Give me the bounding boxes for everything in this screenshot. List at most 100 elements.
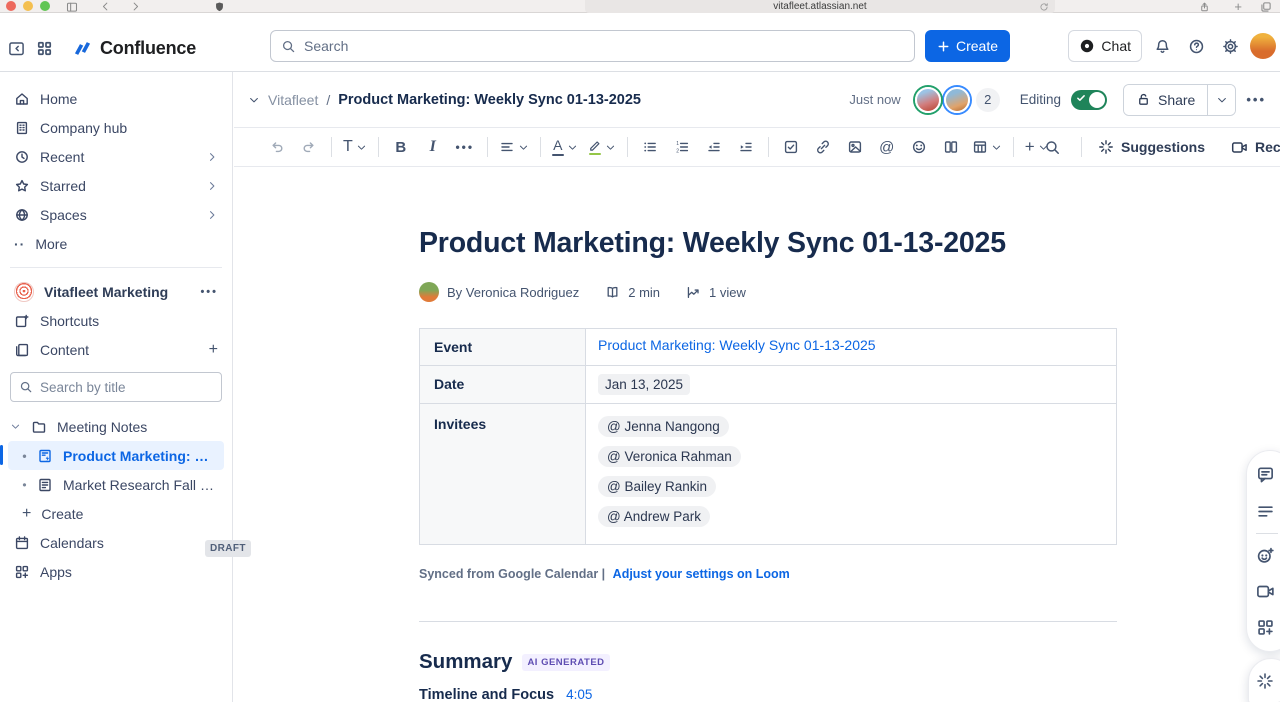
loom-settings-link[interactable]: Adjust your settings on Loom [613, 567, 790, 581]
share-dropdown-button[interactable] [1207, 85, 1235, 115]
collaborator-count[interactable]: 2 [976, 88, 1000, 112]
global-search[interactable] [270, 30, 915, 62]
views-count[interactable]: 1 view [709, 285, 746, 300]
more-formatting-icon[interactable]: ••• [452, 133, 478, 161]
sidebar-item-label: Company hub [40, 120, 218, 136]
sidebar-item-label: Apps [40, 564, 218, 580]
space-more-icon[interactable]: ••• [200, 286, 218, 298]
app-switcher-icon[interactable] [30, 34, 58, 62]
collaborator-avatar[interactable] [915, 87, 941, 113]
tree-folder-meeting-notes[interactable]: Meeting Notes [8, 412, 224, 441]
text-style-dropdown[interactable]: T [341, 133, 369, 161]
mention-chip[interactable]: @ Bailey Rankin [598, 476, 716, 497]
outline-icon[interactable] [1256, 502, 1275, 521]
author-avatar[interactable] [419, 282, 439, 302]
chat-button[interactable]: Chat [1068, 30, 1142, 62]
space-header-vitafleet-marketing[interactable]: Vitafleet Marketing ••• [8, 277, 224, 306]
undo-button[interactable] [264, 133, 290, 161]
collapse-sidebar-icon[interactable] [2, 34, 30, 62]
chat-button-label: Chat [1101, 38, 1131, 54]
sidebar-item-shortcuts[interactable]: Shortcuts [8, 306, 224, 335]
sidebar-item-spaces[interactable]: Spaces [8, 200, 224, 229]
saved-status[interactable]: Just now [849, 92, 900, 107]
timestamp-link[interactable]: 4:05 [566, 687, 592, 702]
page-title[interactable]: Product Marketing: Weekly Sync 01-13-202… [419, 227, 1117, 260]
minimize-window-button[interactable] [23, 1, 33, 11]
sidebar-item-starred[interactable]: Starred [8, 171, 224, 200]
browser-tabs-icon[interactable] [1260, 0, 1272, 13]
text-color-dropdown[interactable]: A [550, 133, 580, 161]
bullet-list-icon[interactable] [637, 133, 663, 161]
event-link[interactable]: Product Marketing: Weekly Sync 01-13-202… [598, 337, 876, 353]
close-window-button[interactable] [6, 1, 16, 11]
apps-add-icon[interactable] [1256, 618, 1275, 637]
chevron-down-icon[interactable] [248, 94, 260, 106]
breadcrumb-space[interactable]: Vitafleet [268, 92, 318, 108]
sidebar-item-content[interactable]: Content + [8, 335, 224, 364]
emoji-add-icon[interactable] [1256, 546, 1275, 565]
section-heading-row: Timeline and Focus 4:05 [419, 687, 1117, 702]
image-icon[interactable] [842, 133, 868, 161]
help-icon[interactable] [1182, 32, 1210, 60]
notifications-icon[interactable] [1148, 32, 1176, 60]
zoom-window-button[interactable] [40, 1, 50, 11]
mention-chip[interactable]: @ Andrew Park [598, 506, 710, 527]
browser-new-tab-icon[interactable]: + [1234, 0, 1242, 13]
browser-share-icon[interactable] [1199, 0, 1210, 13]
highlight-color-dropdown[interactable] [586, 133, 618, 161]
browser-sidebar-icon[interactable] [66, 0, 78, 13]
emoji-icon[interactable] [906, 133, 932, 161]
video-icon[interactable] [1256, 583, 1275, 600]
record-button[interactable]: Record [1231, 139, 1280, 155]
sidebar-item-company-hub[interactable]: Company hub [8, 113, 224, 142]
align-left-icon [499, 139, 515, 155]
global-search-input[interactable] [304, 38, 904, 54]
alignment-dropdown[interactable] [497, 133, 531, 161]
browser-forward-icon[interactable] [130, 0, 141, 13]
tree-create-button[interactable]: + Create [8, 499, 224, 528]
create-button[interactable]: Create [925, 30, 1010, 62]
reload-icon[interactable] [1039, 2, 1049, 12]
numbered-list-icon[interactable]: 12 [669, 133, 695, 161]
date-chip[interactable]: Jan 13, 2025 [598, 374, 690, 395]
link-icon[interactable] [810, 133, 836, 161]
sidebar-item-apps[interactable]: Apps [8, 557, 224, 586]
comment-icon[interactable] [1256, 465, 1275, 484]
sidebar-item-calendars[interactable]: Calendars [8, 528, 224, 557]
find-in-page-icon[interactable] [1039, 133, 1065, 161]
confluence-logo[interactable]: Confluence [72, 38, 196, 59]
italic-button[interactable]: I [420, 133, 446, 161]
sidebar-item-recent[interactable]: Recent [8, 142, 224, 171]
user-avatar[interactable] [1250, 33, 1276, 59]
suggestions-button[interactable]: Suggestions [1098, 139, 1205, 155]
outdent-icon[interactable] [701, 133, 727, 161]
document-canvas[interactable]: Product Marketing: Weekly Sync 01-13-202… [234, 167, 1280, 702]
task-list-icon[interactable] [778, 133, 804, 161]
table-dropdown[interactable] [970, 133, 1004, 161]
share-button[interactable]: Share [1124, 85, 1207, 115]
sidebar-item-home[interactable]: Home [8, 84, 224, 113]
indent-icon[interactable] [733, 133, 759, 161]
browser-shield-icon[interactable] [214, 0, 225, 13]
mention-chip[interactable]: @ Jenna Nangong [598, 416, 729, 437]
editing-toggle[interactable] [1071, 90, 1107, 110]
tree-page-market-research[interactable]: • Market Research Fall Rec... [8, 470, 224, 499]
title-search-input[interactable] [40, 380, 213, 395]
add-content-icon[interactable]: + [209, 341, 218, 359]
mention-icon[interactable]: @ [874, 133, 900, 161]
tree-bullet: • [22, 449, 27, 463]
collaborator-avatar[interactable] [944, 87, 970, 113]
mention-chip[interactable]: @ Veronica Rahman [598, 446, 741, 467]
title-search[interactable] [10, 372, 222, 402]
ai-sparkle-icon [1256, 672, 1274, 690]
redo-button[interactable] [296, 133, 322, 161]
bold-button[interactable]: B [388, 133, 414, 161]
address-bar[interactable]: vitafleet.atlassian.net [585, 0, 1055, 13]
page-more-icon[interactable]: ••• [1246, 92, 1266, 107]
settings-gear-icon[interactable] [1216, 32, 1244, 60]
tree-page-product-marketing[interactable]: • Product Marketing: Week... [8, 441, 224, 470]
meta-table[interactable]: Event Product Marketing: Weekly Sync 01-… [419, 328, 1117, 545]
sidebar-item-more[interactable]: ·· More [8, 229, 224, 258]
browser-back-icon[interactable] [100, 0, 111, 13]
layouts-icon[interactable] [938, 133, 964, 161]
